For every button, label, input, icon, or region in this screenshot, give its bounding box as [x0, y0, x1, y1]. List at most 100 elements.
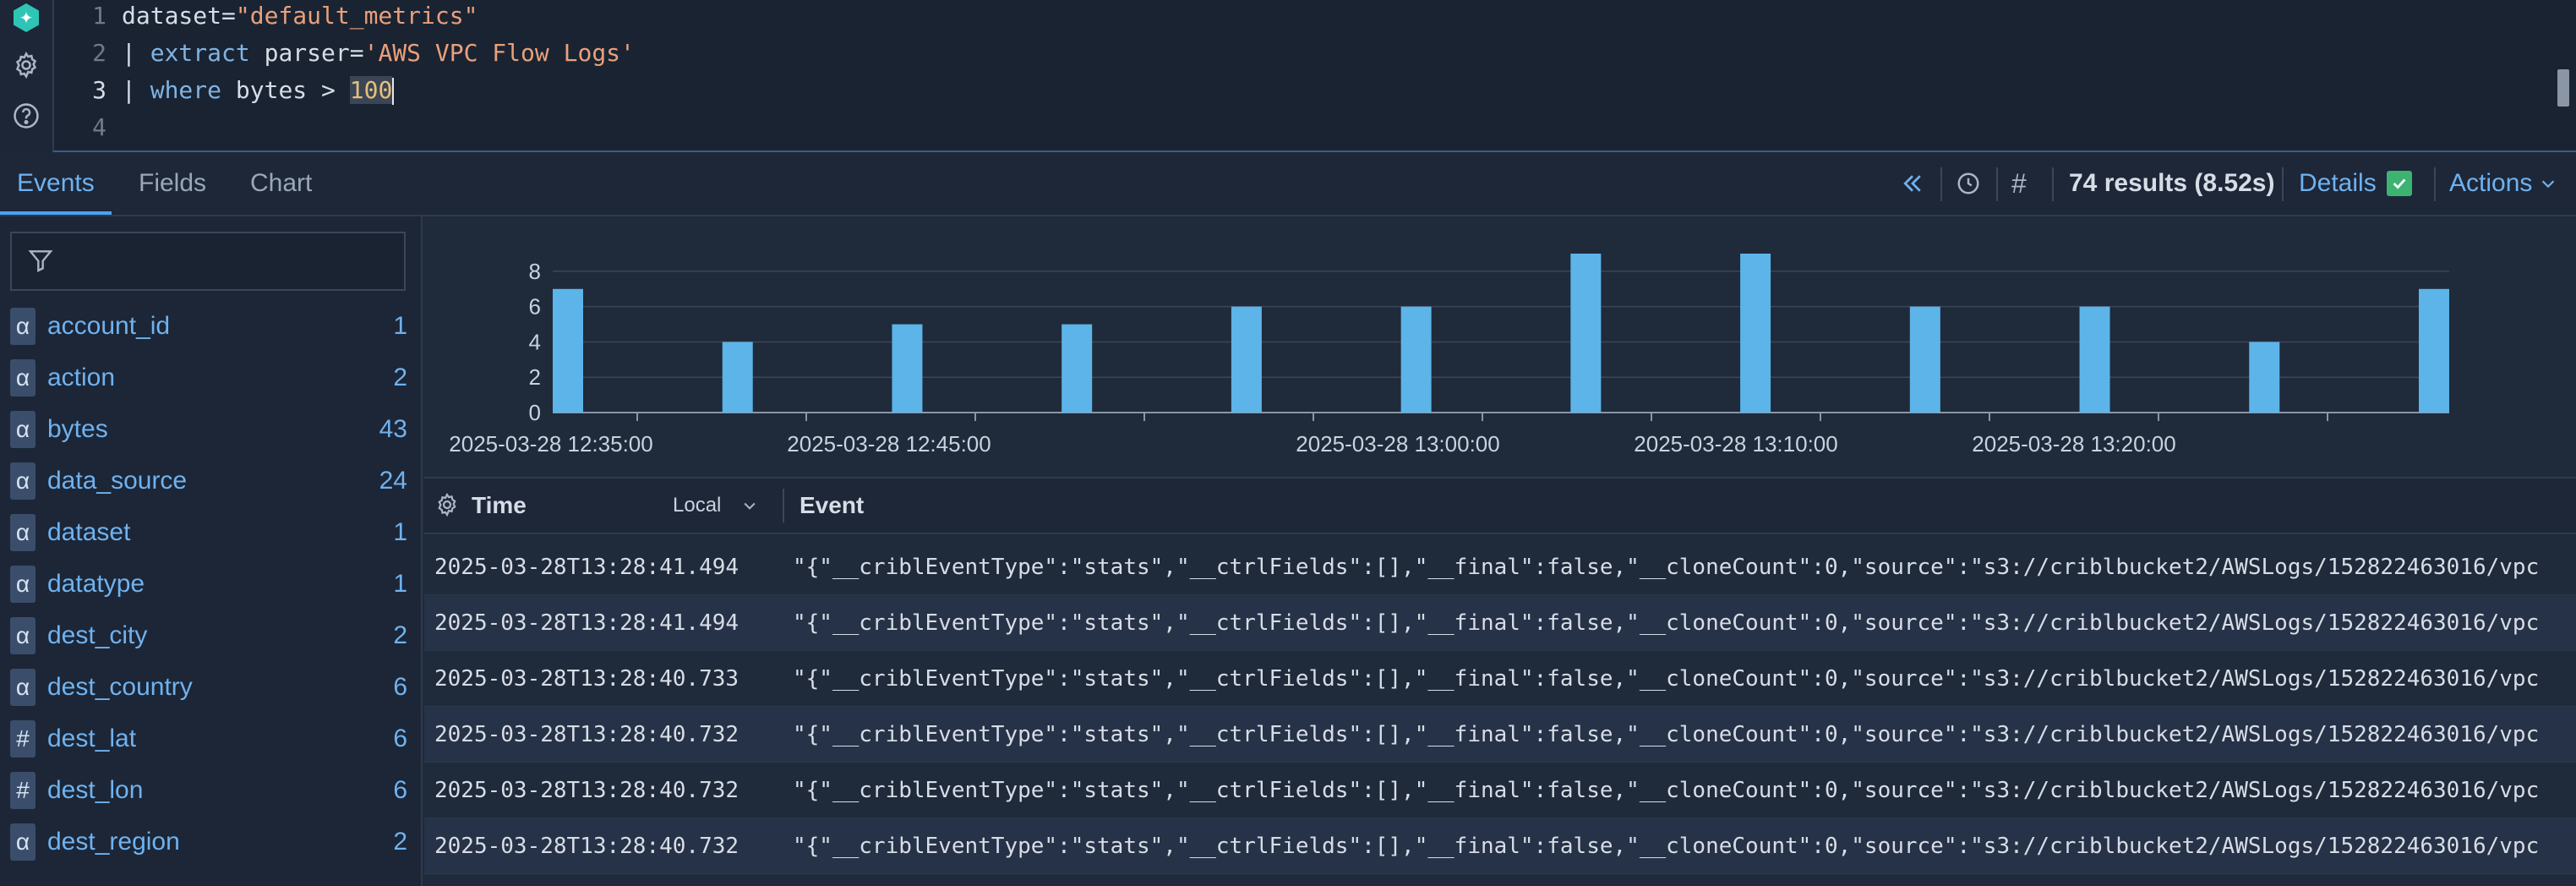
field-name: account_id	[47, 312, 171, 340]
field-count: 2	[393, 621, 407, 649]
field-type-badge: α	[10, 411, 35, 448]
timezone-select[interactable]: Local	[673, 479, 758, 533]
code-line-2[interactable]: | extract parser='AWS VPC Flow Logs'	[122, 39, 635, 67]
field-name: dataset	[47, 518, 131, 546]
clock-icon[interactable]	[1956, 152, 1981, 215]
field-item[interactable]: # dest_lon 6	[10, 768, 407, 812]
y-tick-label: 4	[529, 329, 541, 354]
table-row[interactable]: 2025-03-28T13:28:40.732 "{"__criblEventTy…	[424, 818, 2576, 874]
field-type-badge: α	[10, 823, 35, 861]
line-number: 4	[92, 113, 106, 141]
field-count: 1	[393, 518, 407, 546]
query-editor[interactable]: 1 2 3 4 dataset="default_metrics" | extr…	[52, 0, 2576, 152]
field-item[interactable]: # dest_lat 6	[10, 717, 407, 761]
code-token: parser=	[249, 39, 364, 67]
histogram-bar[interactable]	[1909, 306, 1940, 413]
histogram-bar[interactable]	[1231, 306, 1262, 413]
field-name: dest_lon	[47, 776, 144, 804]
event-column-header[interactable]: Event	[800, 479, 864, 533]
code-token: 'AWS VPC Flow Logs'	[363, 39, 635, 67]
field-item[interactable]: α datatype 1	[10, 562, 407, 606]
field-type-badge: #	[10, 720, 35, 757]
field-name: dest_country	[47, 673, 193, 701]
field-item[interactable]: α data_source 24	[10, 459, 407, 503]
histogram-bar[interactable]	[2249, 342, 2280, 413]
field-name: data_source	[47, 467, 188, 495]
field-name: bytes	[47, 415, 108, 443]
field-filter-input[interactable]	[10, 232, 406, 291]
tab-fields[interactable]: Fields	[122, 152, 223, 215]
chevron-down-icon	[2539, 174, 2557, 193]
field-name: dest_region	[47, 828, 180, 856]
field-count: 1	[393, 312, 407, 340]
event-time: 2025-03-28T13:28:40.733	[434, 666, 740, 692]
histogram-bar[interactable]	[1740, 254, 1771, 413]
field-type-badge: #	[10, 772, 35, 809]
table-row[interactable]: 2025-03-28T13:28:41.494 "{"__criblEventTy…	[424, 595, 2576, 651]
code-token: dataset=	[122, 2, 236, 30]
divider	[1940, 167, 1942, 201]
field-item[interactable]: α dest_city 2	[10, 614, 407, 658]
histogram-bar[interactable]	[1570, 254, 1602, 413]
field-type-badge: α	[10, 566, 35, 603]
table-row[interactable]: 2025-03-28T13:28:40.732 "{"__criblEventTy…	[424, 763, 2576, 818]
tab-events[interactable]: Events	[0, 152, 112, 215]
collapse-double-chevron-icon[interactable]	[1900, 152, 1925, 215]
histogram-bar[interactable]	[2419, 288, 2449, 413]
checkbox-checked-icon[interactable]	[2386, 171, 2412, 196]
field-type-badge: α	[10, 462, 35, 500]
field-item[interactable]: α action 2	[10, 356, 407, 400]
y-tick-label: 8	[529, 259, 541, 284]
details-label: Details	[2299, 169, 2377, 197]
field-item[interactable]: α dataset 1	[10, 511, 407, 555]
histogram-svg: 0 2 4 6 8 2025-03-28 12:35:00 2025-03-28 12:45…	[449, 254, 2449, 457]
help-icon[interactable]	[8, 98, 44, 134]
divider	[2434, 167, 2436, 201]
field-name: datatype	[47, 570, 145, 598]
histogram-bar[interactable]	[722, 342, 753, 413]
cribl-logo-icon[interactable]: ✦	[8, 0, 44, 36]
results-count: 74 results (8.52s)	[2069, 169, 2275, 197]
details-button[interactable]: Details	[2299, 152, 2412, 215]
event-raw: "{"__criblEventType":"stats","__ctrlFiel…	[793, 722, 2540, 747]
code-line-1[interactable]: dataset="default_metrics"	[122, 2, 478, 30]
table-row[interactable]: 2025-03-28T13:28:41.494 "{"__criblEventTy…	[424, 539, 2576, 595]
histogram-bar[interactable]	[1400, 306, 1432, 413]
field-item[interactable]: α account_id 1	[10, 304, 407, 348]
hash-icon[interactable]: #	[2011, 152, 2027, 215]
field-type-badge: α	[10, 359, 35, 397]
field-item[interactable]: α dest_region 2	[10, 820, 407, 864]
editor-scrollbar[interactable]	[2557, 69, 2569, 107]
field-item[interactable]: α bytes 43	[10, 407, 407, 451]
time-column-header[interactable]: Time	[472, 479, 527, 533]
code-token: bytes >	[221, 76, 350, 104]
field-count: 6	[393, 673, 407, 701]
divider	[1996, 167, 1998, 201]
event-time: 2025-03-28T13:28:41.494	[434, 610, 740, 636]
field-type-badge: α	[10, 308, 35, 345]
field-type-badge: α	[10, 669, 35, 706]
x-tick-label: 2025-03-28 12:45:00	[787, 431, 991, 457]
x-tick-label: 2025-03-28 13:10:00	[1634, 431, 1837, 457]
field-item[interactable]: α dest_country 6	[10, 665, 407, 709]
field-count: 24	[379, 467, 407, 495]
field-type-badge: α	[10, 617, 35, 654]
events-table-header: Time Local Event	[424, 477, 2576, 534]
histogram-bar[interactable]	[1062, 324, 1093, 413]
table-row[interactable]: 2025-03-28T13:28:40.733 "{"__criblEventTy…	[424, 651, 2576, 707]
code-line-3[interactable]: | where bytes > 100	[122, 76, 395, 105]
settings-gear-icon[interactable]	[8, 47, 44, 83]
table-settings-gear-icon[interactable]	[434, 492, 460, 522]
event-raw: "{"__criblEventType":"stats","__ctrlFiel…	[793, 834, 2540, 859]
tab-chart[interactable]: Chart	[233, 152, 329, 215]
results-tabbar: Events Fields Chart # 74 results (8.52s)…	[0, 152, 2576, 216]
field-count: 1	[393, 570, 407, 598]
histogram-bar[interactable]	[553, 288, 583, 413]
actions-dropdown[interactable]: Actions	[2449, 152, 2557, 215]
histogram-bar[interactable]	[2079, 306, 2110, 413]
table-row[interactable]: 2025-03-28T13:28:40.732 "{"__criblEventTy…	[424, 707, 2576, 763]
column-divider[interactable]	[783, 489, 784, 522]
field-name: action	[47, 364, 116, 391]
histogram-bar[interactable]	[892, 324, 923, 413]
line-number: 1	[92, 2, 106, 30]
